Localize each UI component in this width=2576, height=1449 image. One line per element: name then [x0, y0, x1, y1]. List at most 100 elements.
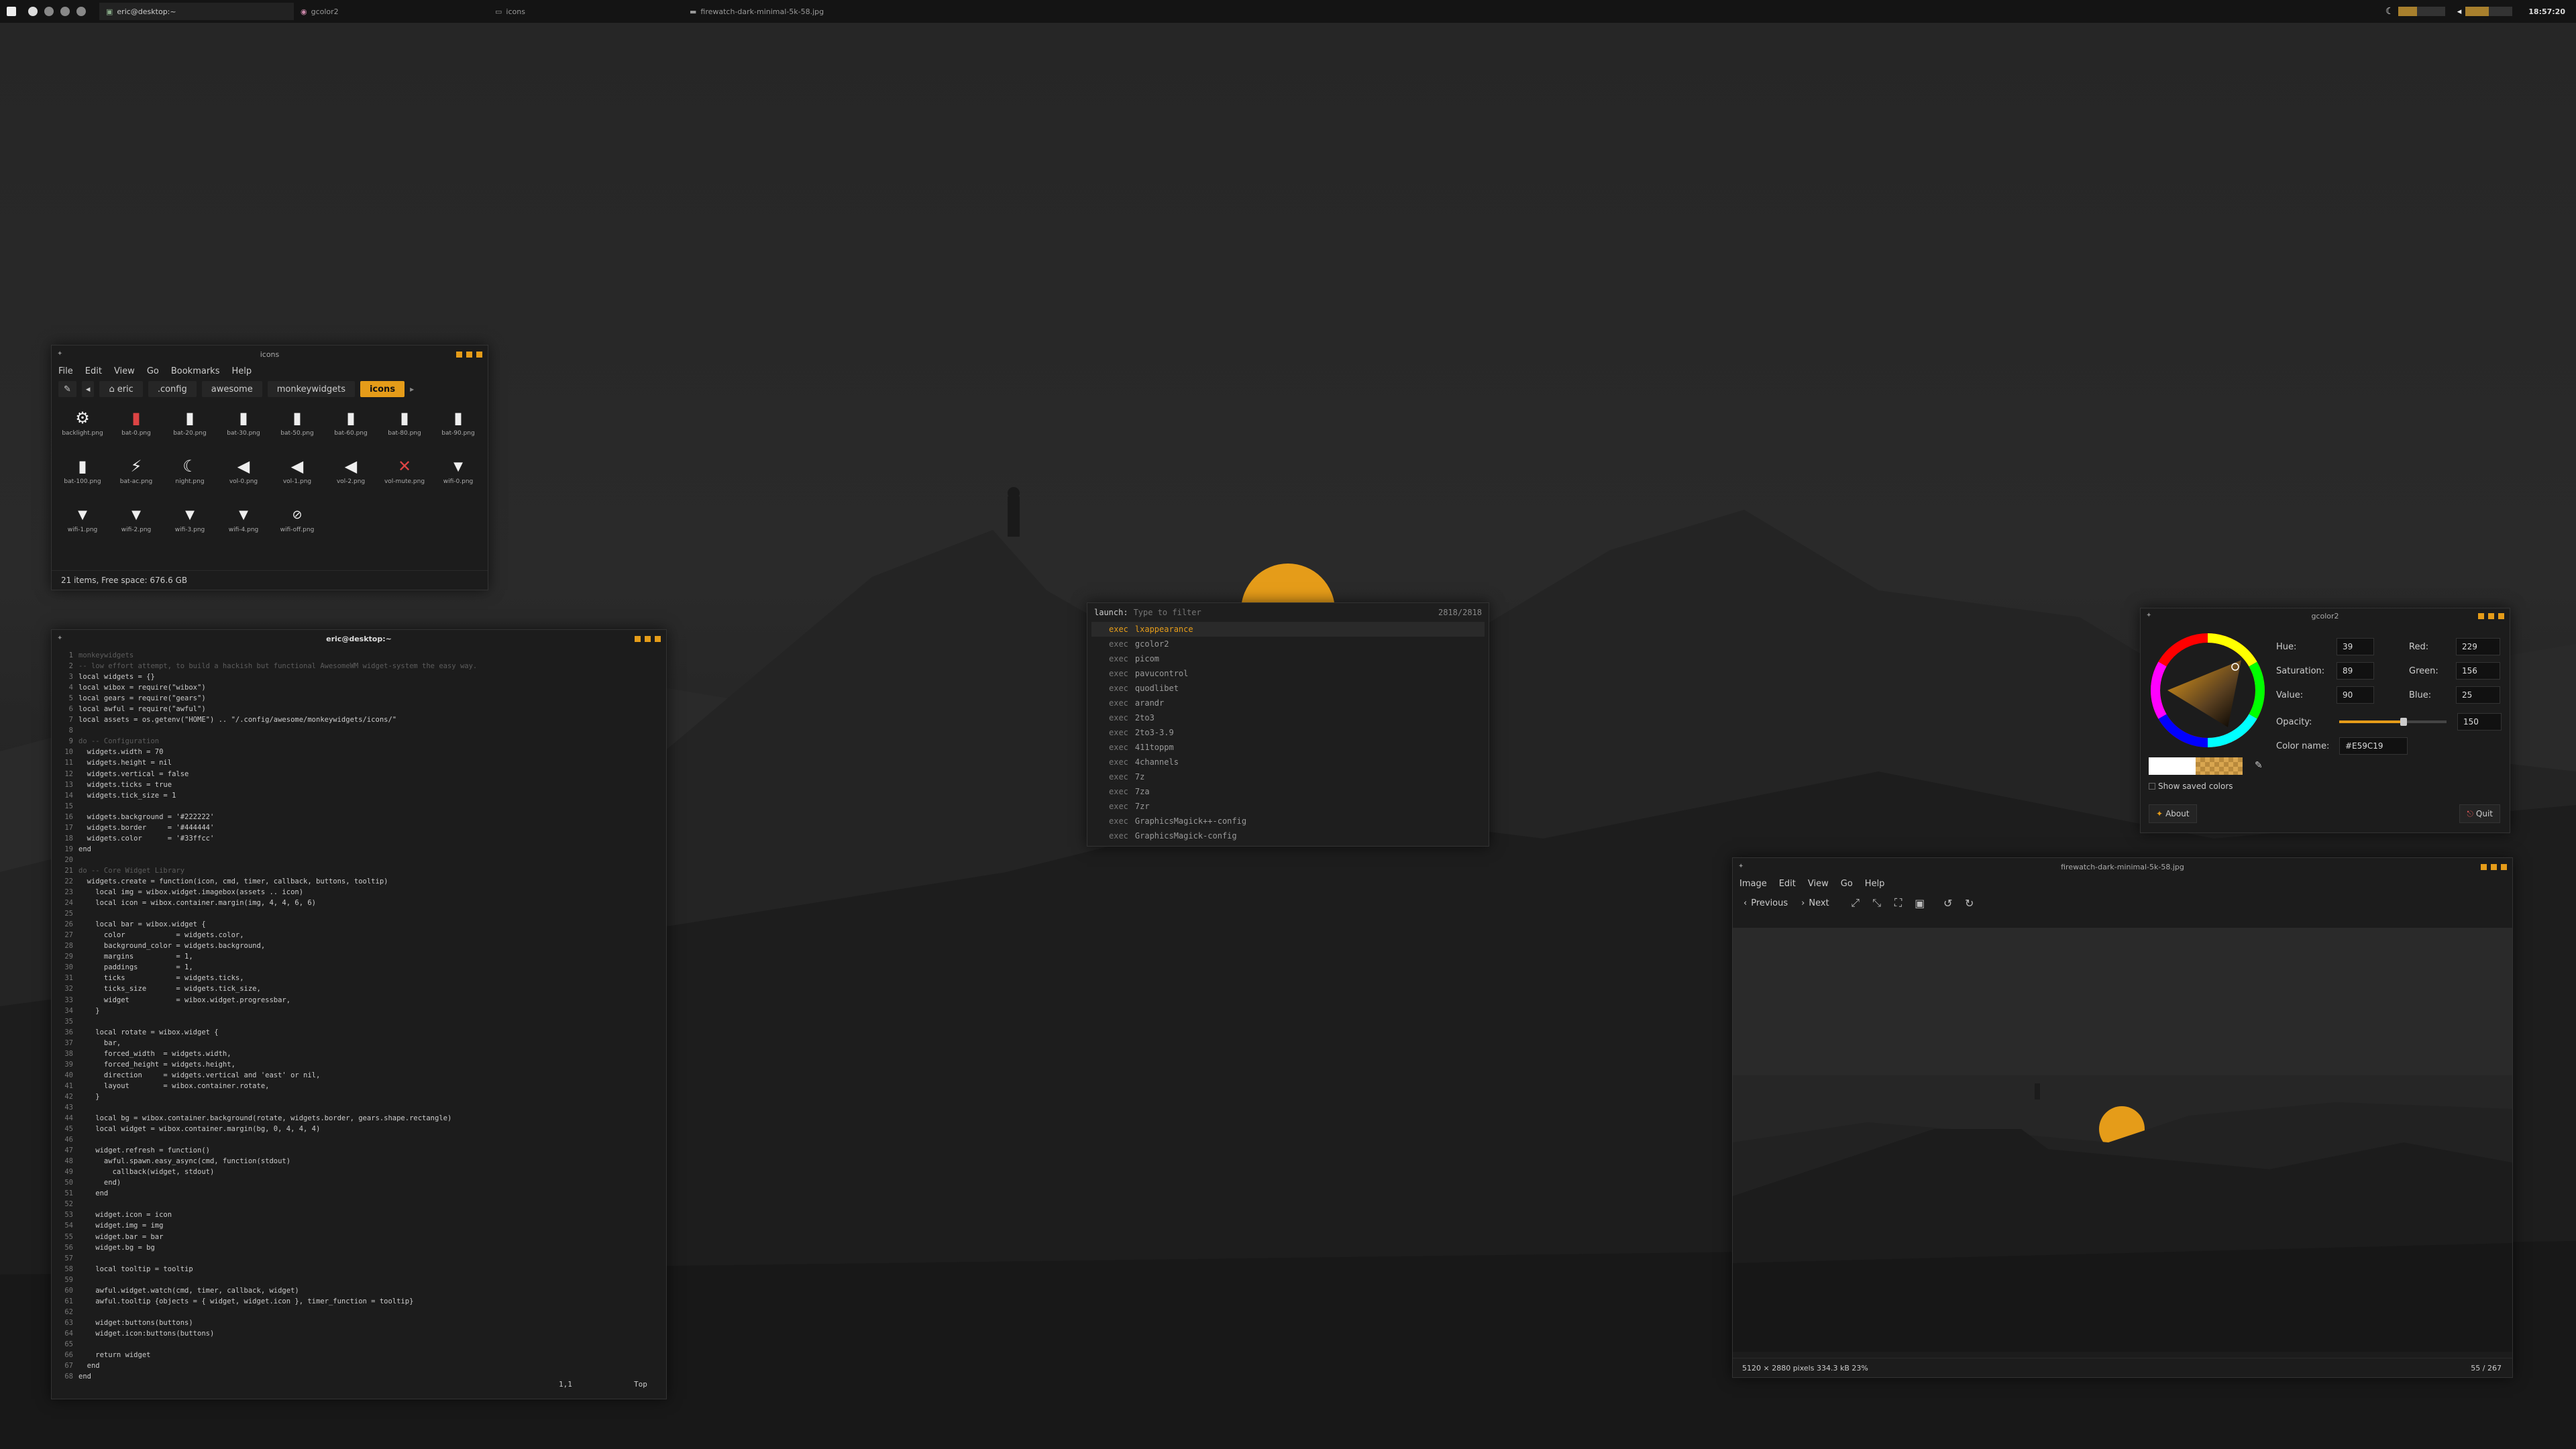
file-item[interactable]: ▼ wifi-2.png: [109, 504, 163, 549]
launcher-item[interactable]: exec pavucontrol: [1091, 666, 1485, 681]
rotate-left-button[interactable]: ↺: [1941, 896, 1955, 910]
maximize-button[interactable]: [2491, 864, 2497, 870]
close-button[interactable]: [476, 352, 482, 358]
minimize-button[interactable]: [2478, 613, 2484, 619]
launcher-filter-input[interactable]: [1132, 607, 1438, 618]
quit-button[interactable]: ⎋ Quit: [2459, 804, 2500, 823]
pin-icon[interactable]: ✦: [1738, 863, 1743, 870]
menu-bookmarks[interactable]: Bookmarks: [171, 366, 220, 376]
eyedropper-icon[interactable]: ✎: [2255, 760, 2263, 771]
volume-bar[interactable]: [2465, 7, 2513, 16]
previous-button[interactable]: ‹ Previous: [1743, 898, 1788, 908]
pin-icon[interactable]: ✦: [57, 350, 62, 358]
menu-file[interactable]: File: [58, 366, 73, 376]
launcher-item[interactable]: exec 7z: [1091, 769, 1485, 784]
zoom-out-button[interactable]: ⤡: [1870, 896, 1884, 910]
launcher-item[interactable]: exec 7zr: [1091, 799, 1485, 814]
menu-help[interactable]: Help: [231, 366, 252, 376]
volume-icon[interactable]: ◂: [2457, 7, 2462, 17]
red-spinbox[interactable]: 229: [2456, 638, 2500, 655]
taskbar-item-icons[interactable]: ▭ icons: [488, 3, 683, 20]
breadcrumb-icons[interactable]: icons: [360, 381, 405, 397]
breadcrumb-monkeywidgets[interactable]: monkeywidgets: [267, 381, 355, 397]
file-item[interactable]: ☾ night.png: [163, 455, 217, 501]
color-name-input[interactable]: #E59C19: [2339, 737, 2408, 755]
menu-go[interactable]: Go: [147, 366, 159, 376]
file-item[interactable]: ▮ bat-20.png: [163, 407, 217, 453]
launcher-item[interactable]: exec 7za: [1091, 784, 1485, 799]
file-item[interactable]: ◀ vol-2.png: [324, 455, 378, 501]
file-item[interactable]: ▮ bat-100.png: [56, 455, 109, 501]
file-item[interactable]: ▮ bat-90.png: [431, 407, 485, 453]
menu-icon[interactable]: [7, 7, 16, 16]
minimize-button[interactable]: [456, 352, 462, 358]
zoom-in-button[interactable]: ⤢: [1848, 896, 1863, 910]
window-titlebar[interactable]: ✦ icons: [52, 345, 488, 363]
next-button[interactable]: › Next: [1801, 898, 1829, 908]
menu-edit[interactable]: Edit: [85, 366, 102, 376]
file-item[interactable]: ◀ vol-1.png: [270, 455, 324, 501]
circle-icon[interactable]: [60, 7, 70, 16]
menu-help[interactable]: Help: [1865, 879, 1885, 889]
launcher-item[interactable]: exec 4channels: [1091, 755, 1485, 769]
menu-go[interactable]: Go: [1841, 879, 1853, 889]
hue-spinbox[interactable]: 39: [2337, 638, 2374, 655]
blue-spinbox[interactable]: 25: [2456, 686, 2500, 704]
window-titlebar[interactable]: ✦ gcolor2: [2141, 608, 2510, 623]
minimize-button[interactable]: [2481, 864, 2487, 870]
opacity-slider[interactable]: [2339, 718, 2447, 726]
menu-edit[interactable]: Edit: [1779, 879, 1796, 889]
saturation-spinbox[interactable]: 89: [2337, 662, 2374, 680]
edit-path-button[interactable]: ✎: [58, 381, 76, 397]
menu-view[interactable]: View: [114, 366, 135, 376]
window-titlebar[interactable]: ✦ firewatch-dark-minimal-5k-58.jpg: [1733, 858, 2512, 875]
launcher-item[interactable]: exec 2to3-3.9: [1091, 725, 1485, 740]
file-item[interactable]: ▮ bat-80.png: [378, 407, 431, 453]
color-wheel[interactable]: [2147, 630, 2268, 751]
launcher-item[interactable]: exec arandr: [1091, 696, 1485, 710]
rotate-right-button[interactable]: ↻: [1962, 896, 1977, 910]
breadcrumb-awesome[interactable]: awesome: [201, 381, 262, 397]
launcher-item[interactable]: exec GraphicsMagick++-config: [1091, 814, 1485, 828]
show-saved-colors-checkbox[interactable]: Show saved colors: [2149, 782, 2233, 791]
backlight-bar[interactable]: [2398, 7, 2445, 16]
breadcrumb-home[interactable]: ⌂ eric: [99, 381, 143, 397]
minimize-button[interactable]: [635, 636, 641, 642]
launcher-item[interactable]: exec lxappearance: [1091, 622, 1485, 637]
original-size-button[interactable]: ▣: [1913, 896, 1927, 910]
opacity-spinbox[interactable]: 150: [2457, 713, 2502, 731]
about-button[interactable]: ✦ About: [2149, 804, 2197, 823]
circle-icon[interactable]: [44, 7, 54, 16]
image-canvas[interactable]: [1733, 928, 2512, 1352]
launcher-item[interactable]: exec GraphicsMagick-config: [1091, 828, 1485, 843]
launcher-item[interactable]: exec gcolor2: [1091, 637, 1485, 651]
launcher-item[interactable]: exec 2to3: [1091, 710, 1485, 725]
back-button[interactable]: ◂: [81, 381, 95, 397]
file-item[interactable]: ▮ bat-0.png: [109, 407, 163, 453]
file-item[interactable]: ▼ wifi-4.png: [217, 504, 270, 549]
night-mode-icon[interactable]: ☾: [2385, 6, 2394, 17]
file-item[interactable]: ⚙ backlight.png: [56, 407, 109, 453]
value-spinbox[interactable]: 90: [2337, 686, 2374, 704]
launcher-item[interactable]: exec 411toppm: [1091, 740, 1485, 755]
file-item[interactable]: ▮ bat-60.png: [324, 407, 378, 453]
file-item[interactable]: ✕ vol-mute.png: [378, 455, 431, 501]
file-item[interactable]: ⚡ bat-ac.png: [109, 455, 163, 501]
close-button[interactable]: [2498, 613, 2504, 619]
menu-view[interactable]: View: [1808, 879, 1829, 889]
editor-text[interactable]: 1 monkeywidgets 2 -- low effort attempt, to…: [52, 647, 666, 1382]
file-item[interactable]: ▮ bat-50.png: [270, 407, 324, 453]
file-item[interactable]: ▼ wifi-1.png: [56, 504, 109, 549]
file-item[interactable]: ▼ wifi-0.png: [431, 455, 485, 501]
green-spinbox[interactable]: 156: [2456, 662, 2500, 680]
gear-icon[interactable]: [76, 7, 86, 16]
launcher-item[interactable]: exec picom: [1091, 651, 1485, 666]
pin-icon[interactable]: ✦: [57, 635, 62, 642]
maximize-button[interactable]: [2488, 613, 2494, 619]
launcher-item[interactable]: exec quodlibet: [1091, 681, 1485, 696]
taskbar-item-gcolor2[interactable]: ◉ gcolor2: [294, 3, 488, 20]
file-item[interactable]: ▮ bat-30.png: [217, 407, 270, 453]
fit-button[interactable]: ⛶: [1891, 896, 1906, 910]
forward-icon[interactable]: ▸: [410, 384, 414, 394]
menu-image[interactable]: Image: [1739, 879, 1767, 889]
